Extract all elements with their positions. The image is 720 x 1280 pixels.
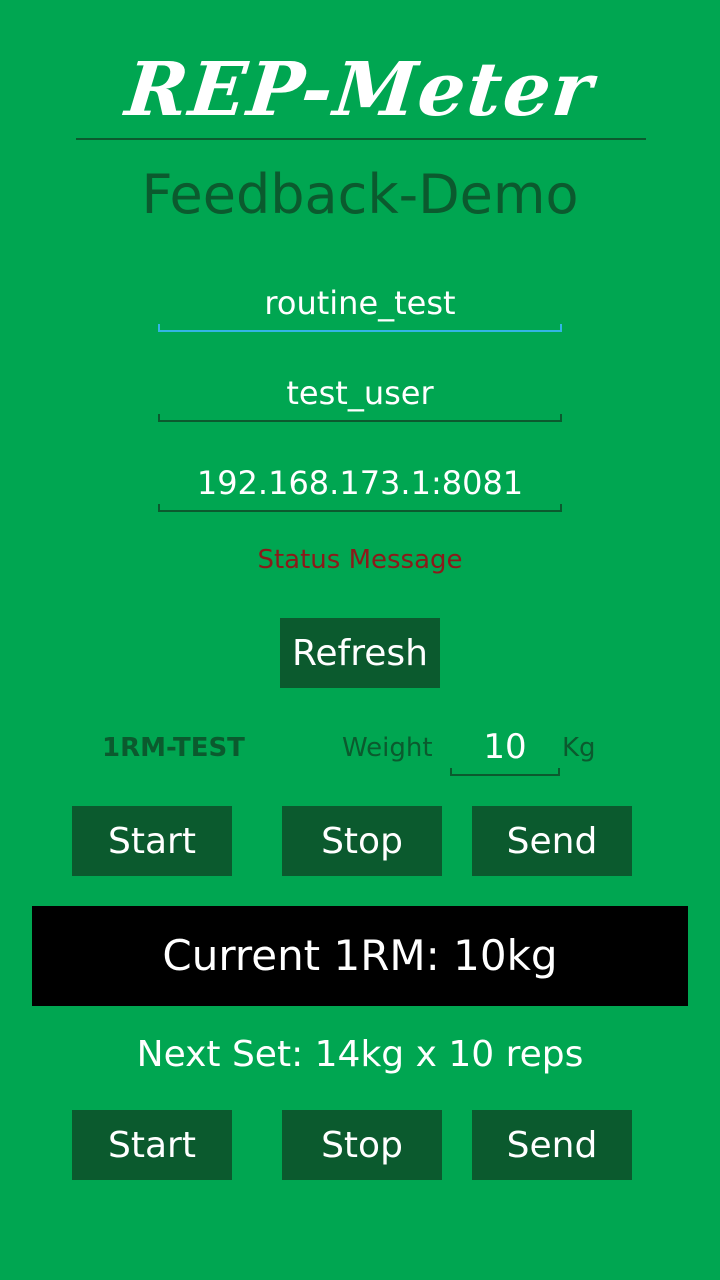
server-input[interactable]: [158, 456, 562, 510]
stop-button[interactable]: Stop: [282, 806, 442, 876]
status-message: Status Message: [257, 545, 463, 575]
routine-field[interactable]: [158, 276, 562, 332]
test-label: 1RM-TEST: [102, 733, 245, 763]
set-stop-button[interactable]: Stop: [282, 1110, 442, 1180]
start-button[interactable]: Start: [72, 806, 232, 876]
server-field[interactable]: [158, 456, 562, 512]
page-title: Feedback-Demo: [141, 163, 579, 226]
user-field[interactable]: [158, 366, 562, 422]
user-underline: [158, 414, 562, 422]
user-input[interactable]: [158, 366, 562, 420]
set-send-button[interactable]: Send: [472, 1110, 632, 1180]
weight-unit: Kg: [562, 733, 596, 763]
weight-label: Weight: [342, 733, 433, 763]
weight-input[interactable]: [450, 720, 560, 774]
routine-input[interactable]: [158, 276, 562, 330]
logo-divider: [76, 138, 646, 140]
server-underline: [158, 504, 562, 512]
weight-field[interactable]: [450, 720, 560, 776]
routine-underline: [158, 324, 562, 332]
set-start-button[interactable]: Start: [72, 1110, 232, 1180]
next-set-text: Next Set: 14kg x 10 reps: [136, 1034, 584, 1075]
app-logo: REP-Meter: [121, 47, 599, 133]
weight-underline: [450, 768, 560, 776]
current-1rm-banner: Current 1RM: 10kg: [32, 906, 688, 1006]
send-button[interactable]: Send: [472, 806, 632, 876]
refresh-button[interactable]: Refresh: [280, 618, 440, 688]
